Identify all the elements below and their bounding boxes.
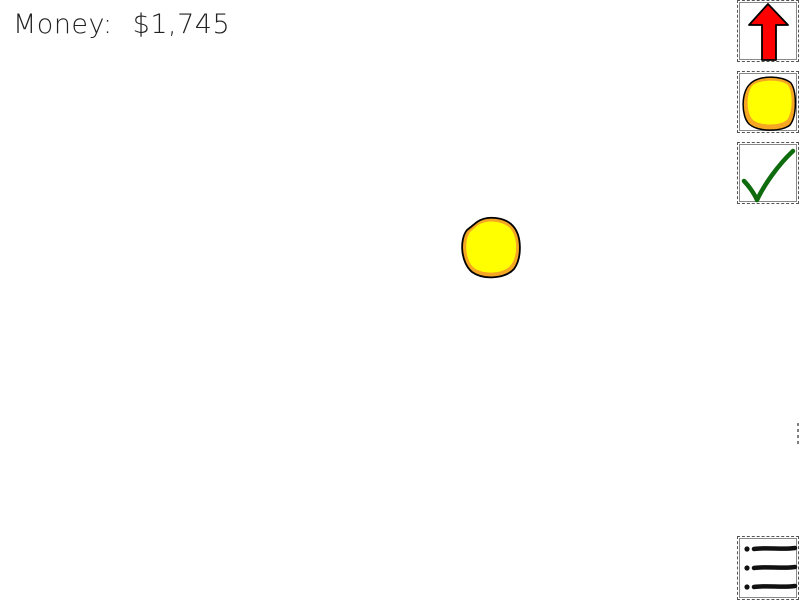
red-up-arrow-icon: [748, 3, 789, 61]
money-label: Money:: [13, 9, 113, 40]
playfield-coin[interactable]: [459, 216, 525, 282]
coin-icon: [742, 76, 797, 131]
green-checkmark-icon: [741, 148, 796, 203]
menu-list-icon: [744, 545, 798, 590]
upgrade-button[interactable]: [737, 0, 799, 62]
coin-button[interactable]: [737, 71, 799, 133]
confirm-button[interactable]: [737, 142, 799, 204]
edge-tick-mark: [797, 423, 799, 447]
game-stage[interactable]: Money: $1,745: [0, 0, 800, 600]
money-value: $1,745: [132, 9, 231, 40]
money-display: Money: $1,745: [13, 9, 230, 40]
menu-button[interactable]: [737, 536, 799, 600]
